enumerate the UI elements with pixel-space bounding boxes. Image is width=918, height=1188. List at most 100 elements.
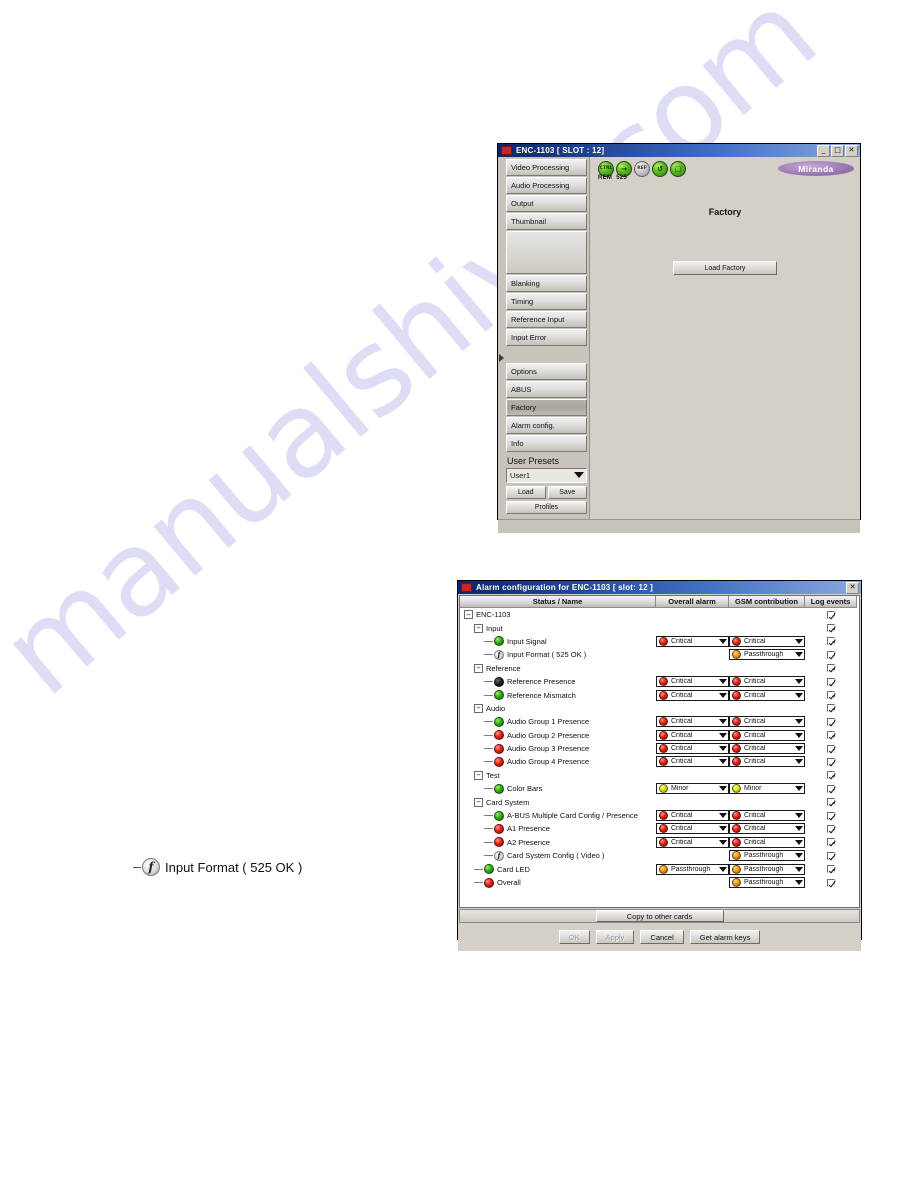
table-row[interactable]: Input Signal Critical Critical (460, 635, 859, 648)
table-row[interactable]: − Reference (460, 662, 859, 675)
overall-alarm-cell[interactable]: Critical (656, 715, 729, 728)
log-events-cell[interactable] (805, 715, 857, 728)
overall-alarm-cell[interactable]: Critical (656, 742, 729, 755)
log-events-cell[interactable] (805, 648, 857, 661)
column-header-log-events[interactable]: Log events (805, 596, 857, 608)
log-events-checkbox[interactable] (827, 744, 835, 753)
log-events-checkbox[interactable] (827, 677, 835, 686)
card-status-icon[interactable]: □ (670, 161, 686, 177)
sidebar-item-info[interactable]: Info (506, 435, 587, 452)
overall-severity-select[interactable]: Passthrough (656, 863, 729, 875)
gsm-severity-select[interactable]: Passthrough (729, 649, 805, 661)
gsm-contribution-cell[interactable]: Critical (729, 688, 805, 701)
tree-collapse-icon[interactable]: − (474, 703, 483, 713)
log-events-checkbox[interactable] (827, 878, 835, 887)
gsm-severity-select[interactable]: Passthrough (729, 863, 805, 875)
gsm-contribution-cell[interactable]: Passthrough (729, 849, 805, 862)
copy-to-other-cards-button[interactable]: Copy to other cards (595, 910, 724, 922)
table-row[interactable]: − Input (460, 621, 859, 634)
maximize-button[interactable]: □ (831, 144, 844, 157)
sidebar-item-timing[interactable]: Timing (506, 293, 587, 310)
sidebar-item-video-processing[interactable]: Video Processing (506, 159, 587, 176)
overall-severity-select[interactable]: Critical (656, 729, 729, 741)
log-events-cell[interactable] (805, 635, 857, 648)
log-events-cell[interactable] (805, 688, 857, 701)
get-alarm-keys-button[interactable]: Get alarm keys (689, 930, 761, 944)
profiles-button[interactable]: Profiles (506, 501, 587, 514)
gsm-severity-select[interactable]: Passthrough (729, 850, 805, 862)
window2-titlebar[interactable]: Alarm configuration for ENC-1103 [ slot:… (458, 581, 861, 594)
overall-alarm-cell[interactable]: Critical (656, 635, 729, 648)
overall-alarm-cell[interactable]: Critical (656, 675, 729, 688)
close-button[interactable]: ✕ (846, 581, 859, 594)
overall-severity-select[interactable]: Critical (656, 836, 729, 848)
log-events-cell[interactable] (805, 662, 857, 675)
table-row[interactable]: Card LED Passthrough Passthrough (460, 862, 859, 875)
overall-severity-select[interactable]: Critical (656, 756, 729, 768)
log-events-checkbox[interactable] (827, 650, 835, 659)
overall-severity-select[interactable]: Minor (656, 783, 729, 795)
sidebar-item-options[interactable]: Options (506, 363, 587, 380)
overall-alarm-cell[interactable]: Minor (656, 782, 729, 795)
ref-status-icon[interactable]: REF (634, 161, 650, 177)
log-events-checkbox[interactable] (827, 624, 835, 633)
gsm-severity-select[interactable]: Critical (729, 689, 805, 701)
gsm-contribution-cell[interactable]: Critical (729, 742, 805, 755)
log-events-cell[interactable] (805, 729, 857, 742)
tree-collapse-icon[interactable]: − (474, 663, 483, 673)
table-row[interactable]: Audio Group 1 Presence Critical Critical (460, 715, 859, 728)
column-header-status-name[interactable]: Status / Name (460, 596, 656, 608)
table-row[interactable]: Audio Group 3 Presence Critical Critical (460, 742, 859, 755)
gsm-severity-select[interactable]: Passthrough (729, 877, 805, 888)
column-header-overall-alarm[interactable]: Overall alarm (656, 596, 729, 608)
gsm-severity-select[interactable]: Minor (729, 783, 805, 795)
overall-alarm-cell[interactable]: Passthrough (656, 862, 729, 875)
log-events-checkbox[interactable] (827, 771, 835, 780)
log-events-cell[interactable] (805, 836, 857, 849)
log-events-checkbox[interactable] (827, 811, 835, 820)
gsm-contribution-cell[interactable]: Critical (729, 822, 805, 835)
table-row[interactable]: − ENC-1103 (460, 608, 859, 621)
log-events-checkbox[interactable] (827, 731, 835, 740)
log-events-checkbox[interactable] (827, 851, 835, 860)
overall-alarm-cell[interactable]: Critical (656, 809, 729, 822)
log-events-checkbox[interactable] (827, 784, 835, 793)
log-events-cell[interactable] (805, 702, 857, 715)
gsm-severity-select[interactable]: Critical (729, 635, 805, 647)
minimize-button[interactable]: _ (817, 144, 830, 157)
overall-severity-select[interactable]: Critical (656, 716, 729, 728)
log-events-checkbox[interactable] (827, 610, 835, 619)
log-events-checkbox[interactable] (827, 637, 835, 646)
gsm-severity-select[interactable]: Critical (729, 676, 805, 688)
table-row[interactable]: Reference Presence Critical Critical (460, 675, 859, 688)
table-row[interactable]: Card System Config ( Video ) Passthrough (460, 849, 859, 862)
sidebar-item-abus[interactable]: ABUS (506, 381, 587, 398)
log-events-cell[interactable] (805, 822, 857, 835)
gsm-contribution-cell[interactable]: Critical (729, 715, 805, 728)
table-row[interactable]: − Test (460, 769, 859, 782)
sidebar-item-audio-processing[interactable]: Audio Processing (506, 177, 587, 194)
log-events-checkbox[interactable] (827, 717, 835, 726)
sidebar-scroll-arrow-icon[interactable] (499, 354, 504, 362)
gsm-contribution-cell[interactable]: Passthrough (729, 862, 805, 875)
table-row[interactable]: − Audio (460, 702, 859, 715)
overall-alarm-cell[interactable]: Critical (656, 729, 729, 742)
overall-alarm-cell[interactable]: Critical (656, 688, 729, 701)
overall-severity-select[interactable]: Critical (656, 823, 729, 835)
table-row[interactable]: Reference Mismatch Critical Critical (460, 688, 859, 701)
tree-collapse-icon[interactable]: − (464, 610, 473, 620)
column-header-gsm-contribution[interactable]: GSM contribution (729, 596, 805, 608)
tree-collapse-icon[interactable]: − (474, 770, 483, 780)
user-preset-select[interactable]: User1 (506, 468, 587, 483)
log-events-checkbox[interactable] (827, 798, 835, 807)
gsm-severity-select[interactable]: Critical (729, 743, 805, 755)
sidebar-item-blanking[interactable]: Blanking (506, 275, 587, 292)
gsm-contribution-cell[interactable]: Critical (729, 635, 805, 648)
sidebar-item-factory[interactable]: Factory (506, 399, 587, 416)
sidebar-item-reference-input[interactable]: Reference Input (506, 311, 587, 328)
gsm-contribution-cell[interactable]: Minor (729, 782, 805, 795)
gsm-severity-select[interactable]: Critical (729, 756, 805, 768)
window1-titlebar[interactable]: ENC-1103 [ SLOT : 12] _ □ ✕ (498, 144, 860, 157)
gsm-contribution-cell[interactable]: Critical (729, 675, 805, 688)
load-preset-button[interactable]: Load (506, 486, 546, 499)
